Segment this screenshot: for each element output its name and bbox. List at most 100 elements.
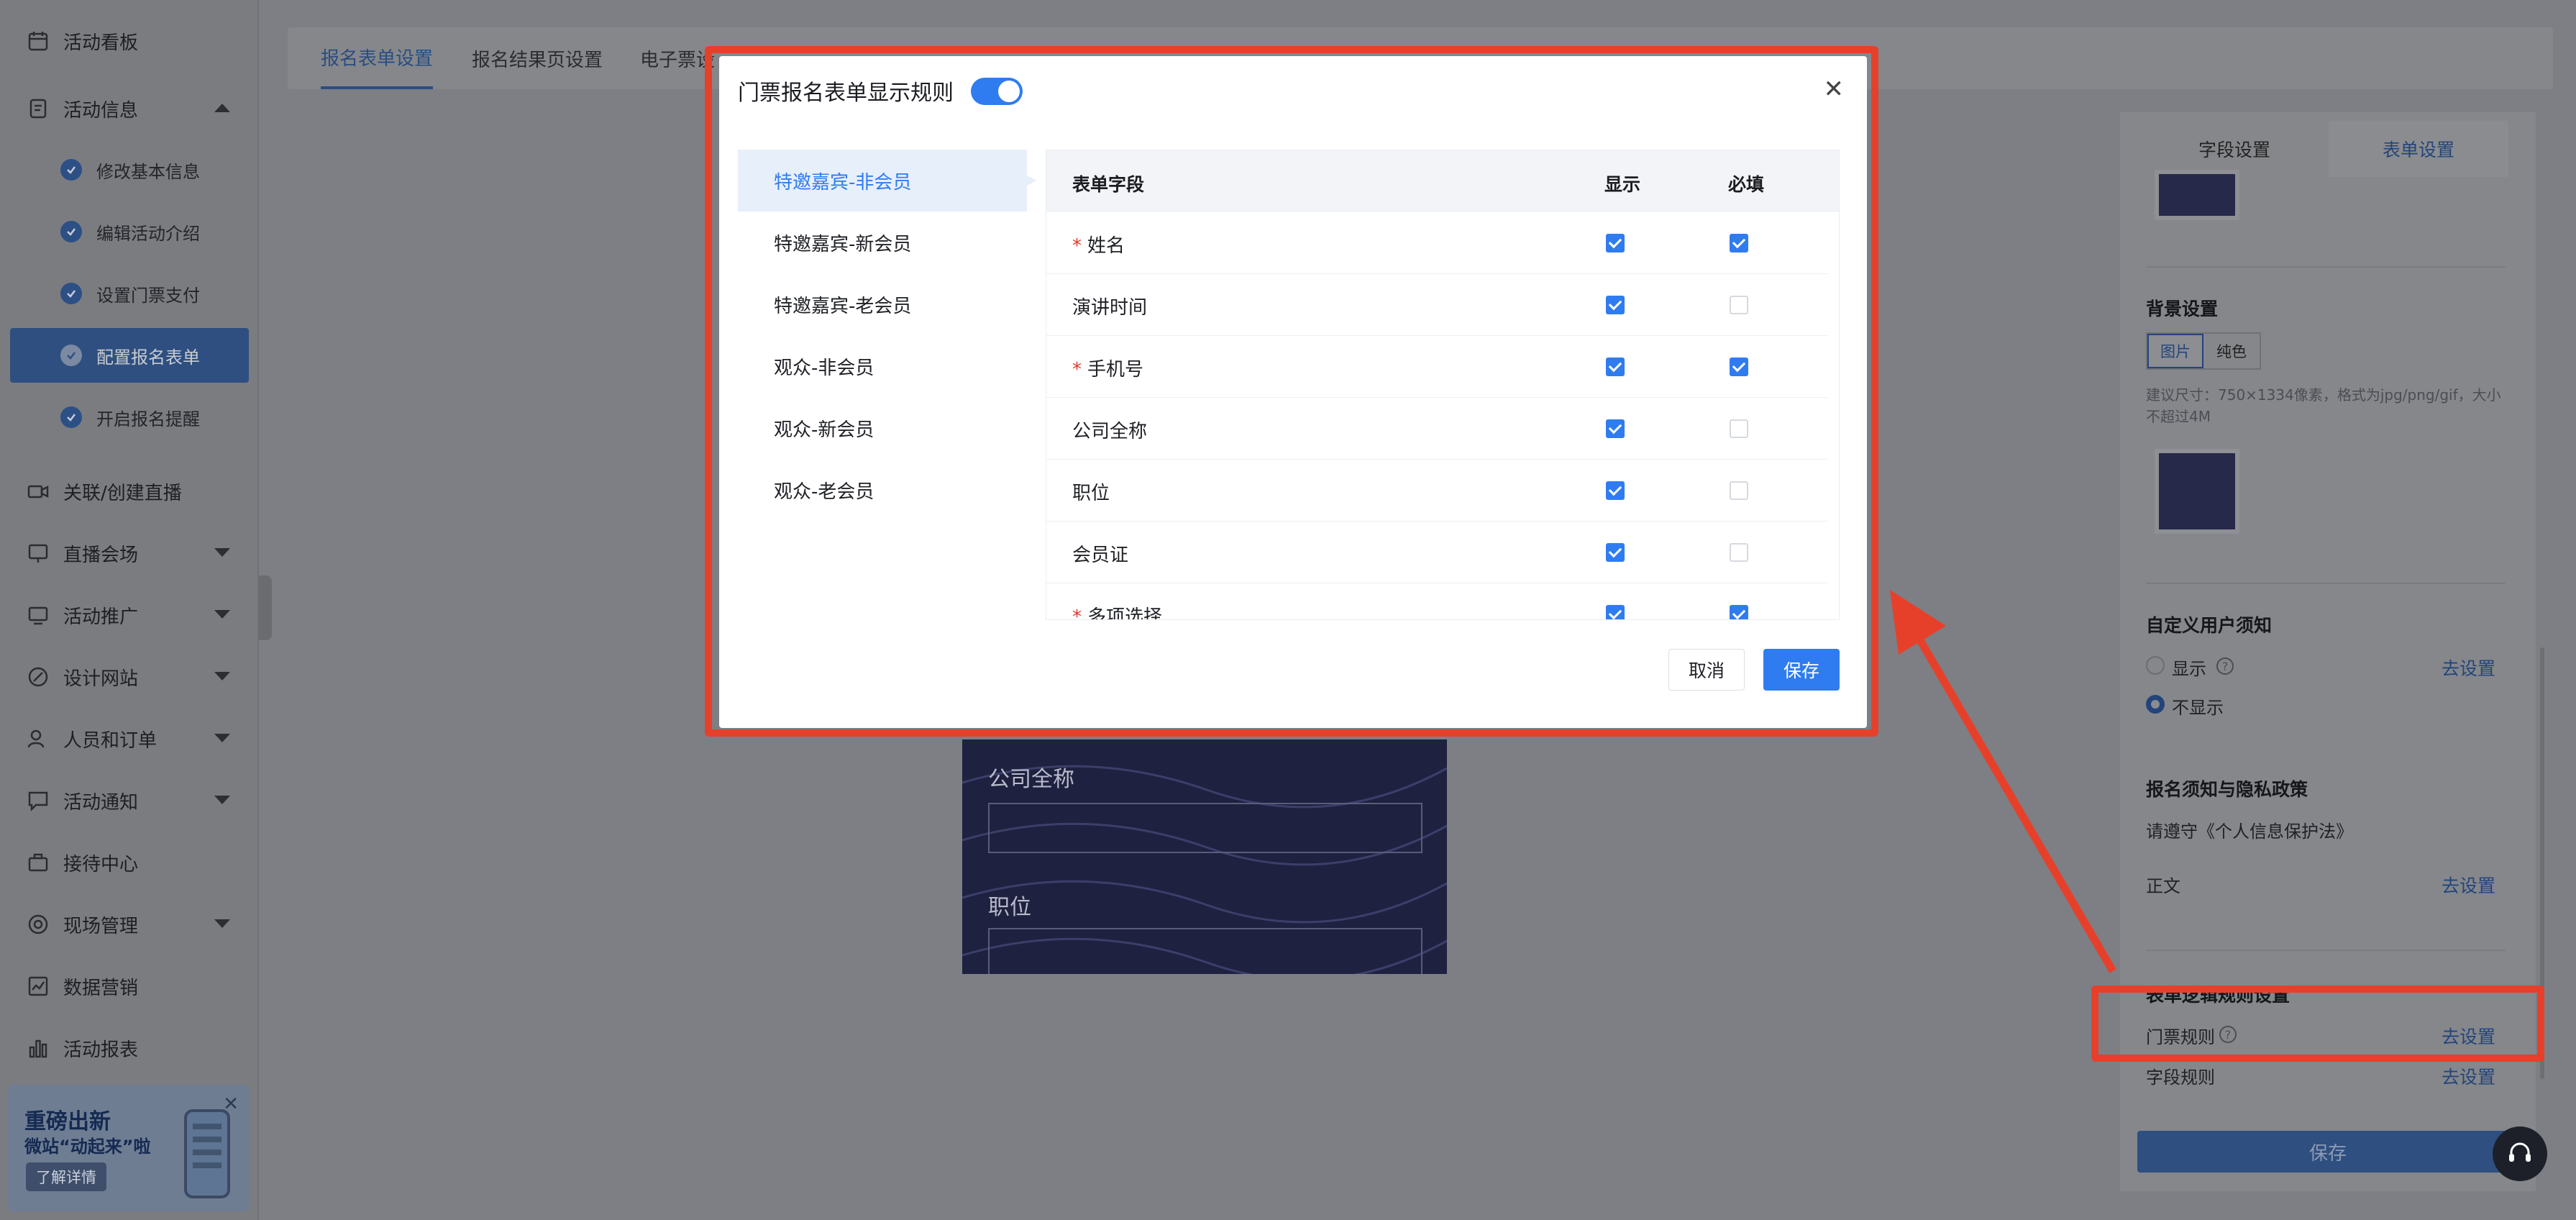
sub-item-label: 修改基本信息 xyxy=(96,161,200,182)
table-row: * 手机号 xyxy=(1046,336,1827,398)
required-checkbox[interactable] xyxy=(1730,543,1748,562)
category-item[interactable]: 特邀嘉宾-非会员 xyxy=(738,150,1037,211)
table-row: 会员证 xyxy=(1046,522,1827,583)
sidebar: 活动看板 活动信息 修改基本信息 编辑活动介绍 设置门票支付 配置报名表单 开启… xyxy=(0,0,259,1220)
learn-more-button[interactable]: 了解详情 xyxy=(26,1162,106,1191)
check-circle-icon xyxy=(60,283,82,304)
show-checkbox[interactable] xyxy=(1606,419,1625,438)
field-name: * 多项选择 xyxy=(1072,602,1162,619)
nav-item-live-venue[interactable]: 直播会场 xyxy=(0,522,259,584)
nav-item-data-marketing[interactable]: 数据营销 xyxy=(0,955,259,1017)
field-rule-label: 字段规则 xyxy=(2146,1068,2215,1088)
nav-label: 活动信息 xyxy=(63,99,139,122)
divider xyxy=(2146,583,2506,584)
notice-hide-radio[interactable] xyxy=(2146,695,2165,714)
nav-item-onsite[interactable]: 现场管理 xyxy=(0,893,259,955)
target-icon xyxy=(26,912,50,937)
category-item[interactable]: 观众-老会员 xyxy=(738,459,1027,521)
nav-label: 数据营销 xyxy=(63,977,139,999)
nav-label: 设计网站 xyxy=(63,668,139,690)
nav-label: 活动通知 xyxy=(63,791,139,814)
notice-settings-link[interactable]: 去设置 xyxy=(2442,655,2495,680)
category-item[interactable]: 特邀嘉宾-新会员 xyxy=(738,211,1027,273)
tab-result-page[interactable]: 报名结果页设置 xyxy=(472,27,603,89)
show-checkbox[interactable] xyxy=(1606,296,1625,314)
show-checkbox[interactable] xyxy=(1606,481,1625,500)
sub-item-config-form[interactable]: 配置报名表单 xyxy=(10,328,249,383)
display-rule-toggle[interactable] xyxy=(971,78,1023,105)
nav-item-design-site[interactable]: 设计网站 xyxy=(0,646,259,708)
notice-show-radio[interactable] xyxy=(2146,656,2165,675)
table-header: 表单字段 显示 必填 xyxy=(1046,150,1839,212)
bg-image-thumbnail[interactable] xyxy=(2155,449,2239,534)
show-checkbox[interactable] xyxy=(1606,234,1625,252)
sub-item-label: 编辑活动介绍 xyxy=(96,223,200,244)
nav-item-promotion[interactable]: 活动推广 xyxy=(0,584,259,646)
nav-item-reports[interactable]: 活动报表 xyxy=(0,1017,259,1079)
required-checkbox[interactable] xyxy=(1730,296,1748,314)
body-label: 正文 xyxy=(2146,876,2180,896)
sub-item-edit-basic-info[interactable]: 修改基本信息 xyxy=(10,142,249,197)
tab-e-ticket[interactable]: 电子票设 xyxy=(640,27,715,89)
field-rules-table: 表单字段 显示 必填 * 姓名演讲时间 * 手机号公司全称职位会员证 * 多项选择 xyxy=(1046,150,1840,620)
field-name-text: 公司全称 xyxy=(1072,421,1148,442)
sidebar-collapse-handle[interactable] xyxy=(259,575,272,640)
check-circle-icon xyxy=(60,345,82,366)
document-icon xyxy=(26,96,50,121)
show-checkbox[interactable] xyxy=(1606,358,1625,376)
calendar-icon xyxy=(26,29,50,53)
chevron-up-icon xyxy=(214,104,230,112)
preview-field-label: 职位 xyxy=(988,895,1031,920)
sub-item-ticket-payment[interactable]: 设置门票支付 xyxy=(10,266,249,321)
tab-form-settings-panel[interactable]: 表单设置 xyxy=(2329,121,2508,177)
nav-item-dashboard[interactable]: 活动看板 xyxy=(0,10,259,72)
sub-item-edit-intro[interactable]: 编辑活动介绍 xyxy=(10,204,249,259)
nav-item-people-orders[interactable]: 人员和订单 xyxy=(0,708,259,770)
image-thumbnail[interactable] xyxy=(2155,170,2239,220)
check-circle-icon xyxy=(60,221,82,242)
cancel-button[interactable]: 取消 xyxy=(1668,649,1745,691)
field-rule-settings-link[interactable]: 去设置 xyxy=(2442,1063,2495,1089)
required-checkbox[interactable] xyxy=(1730,419,1748,438)
table-row: 公司全称 xyxy=(1046,398,1827,460)
privacy-title: 报名须知与隐私政策 xyxy=(2146,779,2308,800)
close-icon[interactable]: ✕ xyxy=(1824,75,1845,104)
nav-label: 活动报表 xyxy=(63,1039,139,1061)
category-item[interactable]: 观众-非会员 xyxy=(738,335,1027,397)
bg-size-hint: 建议尺寸：750×1334像素，格式为jpg/png/gif，大小不超过4M xyxy=(2146,386,2501,425)
field-name-text: 姓名 xyxy=(1087,235,1125,257)
show-checkbox[interactable] xyxy=(1606,543,1625,562)
help-icon[interactable]: ? xyxy=(2216,657,2234,675)
privacy-text: 请遵守《个人信息保护法》 xyxy=(2146,821,2353,842)
save-button[interactable]: 保存 xyxy=(1763,649,1840,691)
promo-title: 重磅出新 xyxy=(24,1109,111,1134)
bg-option-image[interactable]: 图片 xyxy=(2147,334,2203,368)
nav-item-notifications[interactable]: 活动通知 xyxy=(0,770,259,832)
sub-item-reminder[interactable]: 开启报名提醒 xyxy=(10,390,249,445)
nav-item-reception[interactable]: 接待中心 xyxy=(0,832,259,893)
required-checkbox[interactable] xyxy=(1730,481,1748,500)
required-checkbox[interactable] xyxy=(1730,605,1748,619)
table-row: 演讲时间 xyxy=(1046,274,1827,336)
nav-item-activity-info[interactable]: 活动信息 xyxy=(0,78,259,140)
category-item[interactable]: 特邀嘉宾-老会员 xyxy=(738,273,1027,335)
chevron-down-icon xyxy=(214,672,230,680)
message-icon xyxy=(26,788,50,813)
required-checkbox[interactable] xyxy=(1730,358,1748,376)
promo-banner[interactable]: 重磅出新 微站“动起来”啦 了解详情 ✕ xyxy=(7,1085,250,1211)
show-checkbox[interactable] xyxy=(1606,605,1625,619)
sub-item-label: 开启报名提醒 xyxy=(96,409,200,429)
field-name-text: 职位 xyxy=(1072,483,1110,504)
customer-service-icon[interactable] xyxy=(2493,1126,2547,1181)
body-settings-link[interactable]: 去设置 xyxy=(2442,872,2495,898)
tab-field-settings[interactable]: 字段设置 xyxy=(2145,121,2324,177)
category-item[interactable]: 观众-新会员 xyxy=(738,397,1027,459)
chart-line-icon xyxy=(26,974,50,998)
tab-form-settings[interactable]: 报名表单设置 xyxy=(321,27,434,89)
nav-label: 直播会场 xyxy=(63,544,139,566)
field-name: * 姓名 xyxy=(1072,231,1125,258)
required-checkbox[interactable] xyxy=(1730,234,1748,252)
bg-option-solid[interactable]: 纯色 xyxy=(2203,334,2260,368)
nav-item-live[interactable]: 关联/创建直播 xyxy=(0,460,259,522)
panel-save-button[interactable]: 保存 xyxy=(2137,1131,2518,1173)
